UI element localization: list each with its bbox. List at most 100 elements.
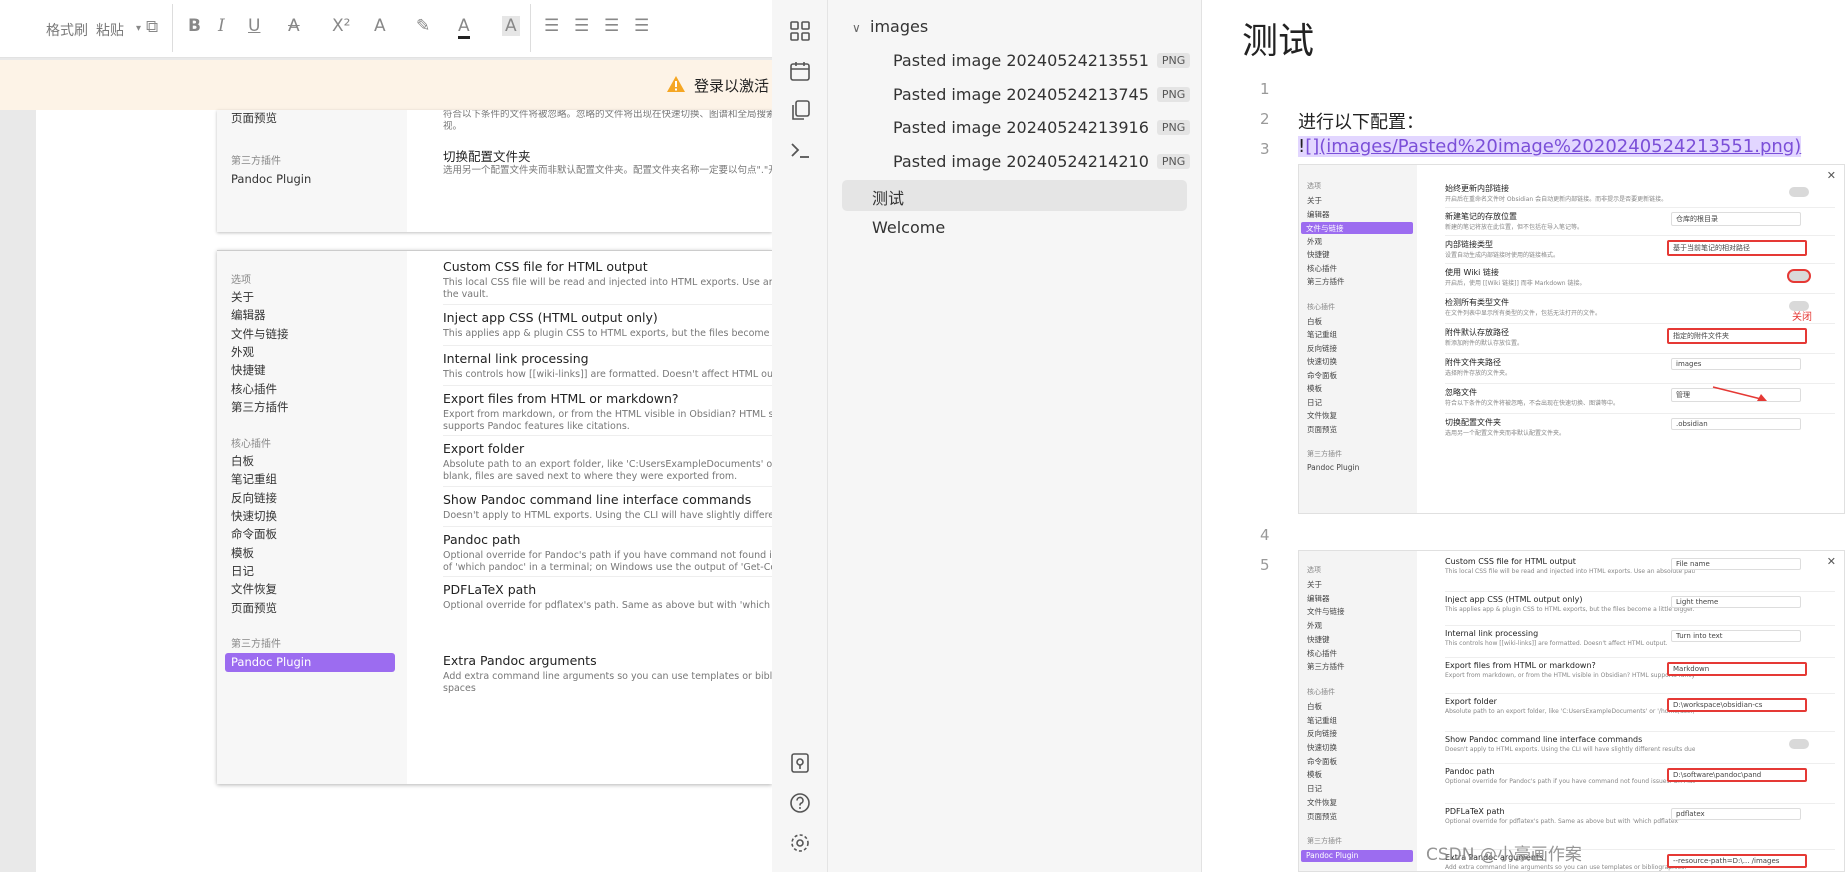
file-ext-badge: PNG (1156, 53, 1191, 68)
setting-desc: This controls how [[wiki-links]] are for… (443, 369, 772, 380)
annotation-close-note: 关闭 (1792, 312, 1812, 323)
sidebar-item: 关于 (1307, 196, 1322, 205)
image-link[interactable]: [](images/Pasted%20image%202024052421355… (1305, 136, 1801, 157)
folder-images[interactable]: ∨ images (852, 17, 928, 36)
setting-desc: 开启后在重命名文件时 Obsidian 会自动更新内部链接。而非提示是否要更新链… (1445, 196, 1668, 203)
editor-line-2[interactable]: 进行以下配置： (1298, 108, 1424, 134)
line-number: 2 (1260, 110, 1270, 128)
help-icon[interactable] (789, 792, 811, 814)
file-item[interactable]: Pasted image 20240524214210 PNG (893, 151, 1191, 171)
sidebar-section: 选项 (1307, 182, 1321, 190)
setting-title: 切换配置文件夹 (443, 149, 531, 164)
setting-control: 仓库的根目录 (1671, 212, 1801, 226)
align-left-icon[interactable]: ☰ (544, 16, 559, 36)
setting-desc: 设置自动生成内部链接时使用的链接格式。 (1445, 252, 1560, 259)
sidebar-item: 日记 (1307, 397, 1322, 407)
file-item[interactable]: Pasted image 20240524213551 PNG (893, 51, 1191, 70)
sidebar-item: 文件恢复 (231, 582, 277, 597)
file-name: Pasted image 20240524213551 (893, 51, 1149, 70)
paste-button[interactable]: 粘贴 (96, 20, 124, 40)
file-name: Pasted image 20240524213745 (893, 84, 1149, 104)
settings-gear-icon[interactable] (789, 832, 811, 854)
sidebar-item: 模板 (1307, 384, 1322, 393)
sidebar-item: 核心插件 (231, 381, 277, 396)
annotation-arrow-icon (1712, 386, 1767, 401)
setting-title: 附件默认存放路径 (1445, 328, 1509, 337)
align-center-icon[interactable]: ☰ (574, 16, 589, 36)
file-item[interactable]: Pasted image 20240524213745 PNG (893, 84, 1191, 104)
sidebar-item: 文件与链接 (231, 326, 289, 341)
file-name: Pasted image 20240524214210 (893, 151, 1149, 171)
sidebar-section: 核心插件 (1307, 687, 1335, 696)
screenshot-sidebar: 选项 关于 编辑器 文件与链接 外观 快捷键 核心插件 第三方插件 核心插件 白板 笔记重组 反向链接… (217, 251, 407, 784)
setting-title: Inject app CSS (HTML output only) (443, 310, 658, 325)
sidebar-item: 编辑器 (1307, 593, 1330, 603)
setting-title: 内部链接类型 (1445, 240, 1493, 249)
sidebar-item: 反向链接 (231, 490, 277, 505)
sidebar-item: 笔记重组 (1307, 715, 1337, 725)
embedded-image-1[interactable]: 选项 关于 编辑器 文件与链接 外观 快捷键 核心插件 第三方插件 核心插件 白板 笔记重组 反向链接… (1298, 164, 1845, 514)
format-painter-button[interactable]: 格式刷 (46, 20, 88, 40)
sidebar-item: 命令面板 (1307, 370, 1337, 380)
sidebar-item: 笔记重组 (1307, 330, 1337, 339)
file-ext-badge: PNG (1156, 86, 1191, 102)
char-shading-icon[interactable]: A (502, 16, 520, 36)
copy-pages-icon[interactable] (789, 99, 811, 121)
sidebar-item: 外观 (231, 344, 254, 359)
file-ext-badge: PNG (1156, 153, 1191, 169)
activation-warning-bar[interactable]: 登录以激活 (0, 60, 772, 110)
copy-icon[interactable]: ⧉ (146, 17, 158, 37)
text-effect-icon[interactable]: A (374, 16, 386, 36)
close-icon: ✕ (1826, 555, 1836, 568)
embed-sidebar: 选项 关于 编辑器 文件与链接 外观 快捷键 核心插件 第三方插件 核心插件 白板 笔记重组 反向链接… (1299, 551, 1417, 871)
sidebar-item: 第三方插件 (1307, 662, 1345, 672)
vault-switch-icon[interactable] (789, 752, 811, 774)
setting-title: Pandoc path (443, 532, 521, 547)
underline-icon[interactable]: U (248, 16, 260, 36)
setting-control: Markdown (1667, 662, 1807, 676)
setting-control: .obsidian (1671, 418, 1801, 430)
calendar-icon[interactable] (789, 60, 811, 82)
terminal-icon[interactable] (789, 139, 811, 161)
image-link-line[interactable]: ![](images/Pasted%20image%20202405242135… (1298, 136, 1802, 157)
pasted-screenshot-1: 页面预览 第三方插件 Pandoc Plugin 符合以下条件的文件将被忽略。忽… (217, 110, 772, 232)
note-item[interactable]: 测试 (842, 180, 1187, 211)
italic-icon[interactable]: I (218, 16, 225, 36)
setting-control: D:\software\pandoc\pand (1667, 768, 1807, 782)
sidebar-item: 核心插件 (1307, 648, 1337, 658)
warning-text[interactable]: 登录以激活 (694, 75, 769, 96)
bold-icon[interactable]: B (188, 16, 201, 36)
strikethrough-icon[interactable]: A (288, 16, 300, 36)
font-color-icon[interactable]: A (458, 16, 470, 39)
divider (1445, 413, 1835, 414)
file-explorer: ∨ images Pasted image 20240524213551 PNG Pa… (828, 0, 1202, 872)
chevron-down-icon[interactable]: ▾ (136, 19, 141, 39)
sidebar-item: 模板 (231, 545, 254, 560)
sidebar-section: 第三方插件 (1307, 450, 1342, 458)
superscript-icon[interactable]: X² (332, 16, 350, 36)
sidebar-item: Pandoc Plugin (231, 172, 312, 186)
sidebar-item: 页面预览 (1307, 424, 1337, 434)
embedded-image-2[interactable]: 选项 关于 编辑器 文件与链接 外观 快捷键 核心插件 第三方插件 核心插件 白板 笔记重组 反向链接… (1298, 550, 1845, 872)
setting-title: 检测所有类型文件 (1445, 298, 1509, 307)
chevron-down-icon[interactable]: ∨ (852, 21, 870, 35)
align-right-icon[interactable]: ☰ (604, 16, 619, 36)
note-title[interactable]: 测试 (1242, 12, 1314, 64)
obsidian-ribbon (772, 0, 828, 872)
justify-icon[interactable]: ☰ (634, 16, 649, 36)
divider (1445, 235, 1835, 236)
sidebar-item: 快捷键 (1307, 250, 1330, 259)
highlight-icon[interactable]: ✎ (416, 16, 430, 36)
file-item[interactable]: Pasted image 20240524213916 PNG (893, 118, 1191, 137)
sidebar-section: 第三方插件 (1307, 837, 1342, 846)
file-explorer-icon[interactable] (789, 20, 811, 42)
sidebar-item: 文件与链接 (1301, 222, 1413, 234)
setting-title: Custom CSS file for HTML output (443, 259, 648, 274)
setting-title: Extra Pandoc arguments (443, 653, 597, 668)
setting-desc: This controls how [[wiki-links]] are for… (1445, 640, 1668, 647)
sidebar-item: 页面预览 (231, 111, 277, 125)
sidebar-item: 反向链接 (1307, 729, 1337, 739)
divider (1445, 657, 1835, 658)
setting-desc: Optional override for pdflatex's path. S… (1445, 818, 1680, 825)
note-item[interactable]: Welcome (842, 213, 1187, 244)
